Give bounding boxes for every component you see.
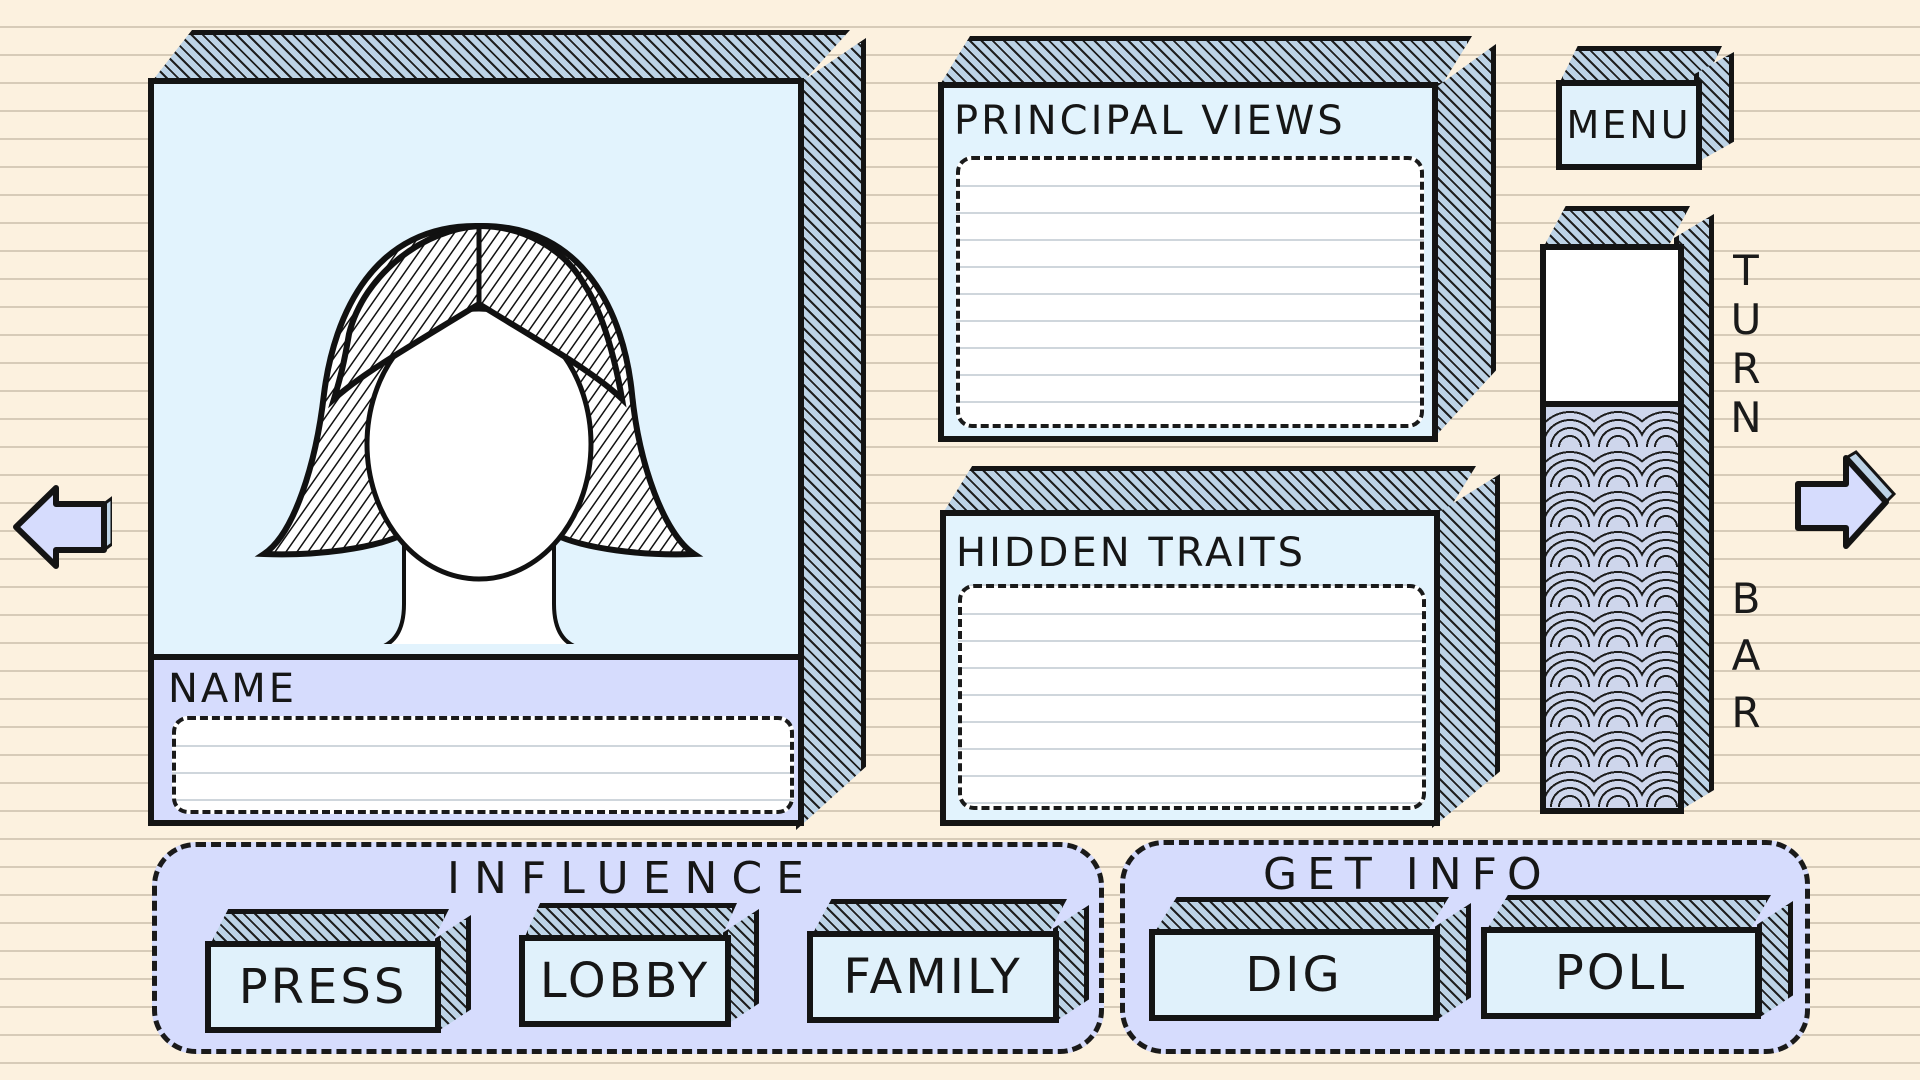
principal-views-title: PRINCIPAL VIEWS — [954, 98, 1346, 144]
turn-letter: N — [1730, 393, 1762, 442]
turn-bar — [1534, 206, 1714, 822]
name-label: NAME — [168, 666, 298, 712]
character-card-top-bevel — [150, 30, 850, 84]
hidden-traits-side-bevel — [1432, 474, 1500, 828]
turn-letter: T — [1733, 246, 1759, 295]
bar-letter: A — [1731, 631, 1761, 680]
poll-button[interactable]: POLL — [1481, 895, 1793, 1025]
turn-bar-label-bottom: B A R — [1724, 574, 1768, 737]
get-info-group: GET INFO DIG POLL — [1120, 840, 1810, 1054]
next-arrow-icon[interactable] — [1790, 450, 1900, 560]
prev-arrow-icon[interactable] — [12, 482, 112, 572]
bar-letter: B — [1731, 574, 1761, 623]
dig-button[interactable]: DIG — [1149, 897, 1471, 1027]
turn-letter: U — [1730, 295, 1762, 344]
principal-views-side-bevel — [1430, 44, 1496, 442]
family-button-face[interactable]: FAMILY — [807, 931, 1059, 1023]
turn-bar-track — [1540, 244, 1684, 814]
turn-bar-fill — [1546, 400, 1678, 808]
name-field[interactable] — [172, 716, 794, 814]
get-info-title: GET INFO — [1263, 849, 1552, 900]
menu-button[interactable]: MENU — [1554, 46, 1734, 174]
dig-button-face[interactable]: DIG — [1149, 929, 1439, 1021]
press-button-face[interactable]: PRESS — [205, 941, 441, 1033]
hidden-traits-face: HIDDEN TRAITS — [940, 510, 1440, 826]
family-button[interactable]: FAMILY — [807, 899, 1089, 1029]
turn-letter: R — [1731, 344, 1761, 393]
lobby-button-face[interactable]: LOBBY — [519, 935, 731, 1027]
character-card-face: NAME — [148, 78, 804, 826]
hidden-traits-title: HIDDEN TRAITS — [956, 530, 1306, 576]
principal-views-top-bevel — [938, 36, 1472, 88]
hidden-traits-content — [958, 584, 1426, 810]
dig-side-bevel — [1435, 903, 1471, 1021]
character-card-side-bevel — [796, 38, 866, 830]
influence-group: INFLUENCE PRESS LOBBY FAMILY — [152, 842, 1104, 1054]
portrait-avatar-icon — [254, 222, 704, 644]
influence-title: INFLUENCE — [447, 853, 818, 904]
lobby-button[interactable]: LOBBY — [519, 903, 759, 1033]
poll-button-face[interactable]: POLL — [1481, 927, 1761, 1019]
principal-views-panel: PRINCIPAL VIEWS — [938, 36, 1498, 444]
press-button[interactable]: PRESS — [205, 909, 471, 1039]
principal-views-content — [956, 156, 1424, 428]
hidden-traits-panel: HIDDEN TRAITS — [940, 466, 1500, 828]
character-card: NAME — [148, 30, 866, 830]
menu-button-face[interactable]: MENU — [1556, 80, 1702, 170]
bar-letter: R — [1731, 688, 1761, 737]
poll-side-bevel — [1757, 901, 1793, 1019]
principal-views-face: PRINCIPAL VIEWS — [938, 82, 1438, 442]
turn-bar-label-top: T U R N — [1724, 246, 1768, 442]
